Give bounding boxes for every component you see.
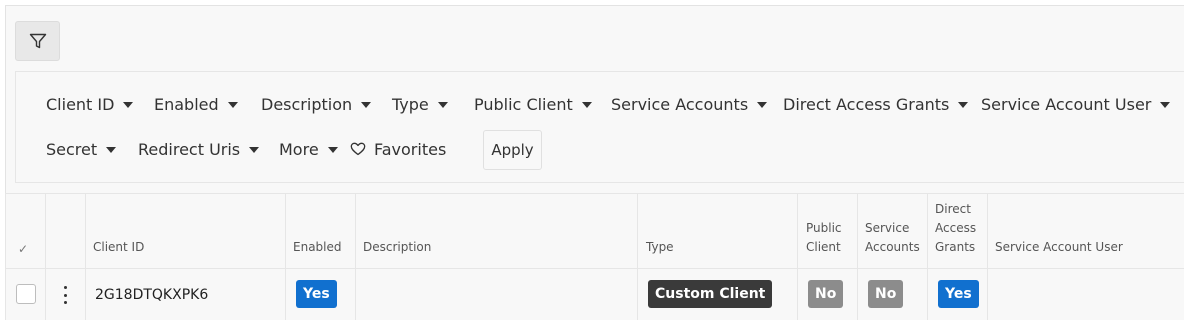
caret-down-icon (227, 101, 238, 108)
filter-label: Service Accounts (611, 94, 749, 114)
apply-button[interactable]: Apply (483, 130, 542, 170)
filter-label: Client ID (46, 94, 115, 114)
header-type[interactable]: Type (646, 238, 674, 257)
caret-down-icon (437, 101, 448, 108)
header-description[interactable]: Description (363, 238, 431, 257)
header-line: Service (865, 221, 910, 235)
cell-client-id: 2G18DTQKXPK6 (95, 287, 209, 303)
filter-more-dropdown[interactable]: More (279, 138, 338, 160)
filter-secret-dropdown[interactable]: Secret (46, 138, 117, 160)
filter-label: More (279, 139, 319, 159)
filter-label: Public Client (474, 94, 573, 114)
service-accounts-no-badge: No (868, 280, 904, 308)
header-line: Public (806, 221, 842, 235)
filter-label: Service Account User (981, 94, 1152, 114)
caret-down-icon (1160, 101, 1171, 108)
heart-outline-icon (350, 142, 366, 156)
favorites-label: Favorites (374, 139, 447, 159)
header-line: Direct (935, 202, 971, 216)
filter-service-account-user-dropdown[interactable]: Service Account User (981, 93, 1171, 115)
caret-down-icon (106, 146, 117, 153)
header-line: Access (935, 221, 977, 235)
header-enabled[interactable]: Enabled (293, 238, 342, 257)
description-column (356, 194, 638, 320)
caret-down-icon (123, 101, 134, 108)
filter-service-accounts-dropdown[interactable]: Service Accounts (611, 93, 768, 115)
favorites-toggle[interactable]: Favorites (350, 138, 446, 160)
header-line: Grants (935, 240, 976, 254)
header-public-client[interactable]: Public Client (806, 219, 842, 257)
filter-type-dropdown[interactable]: Type (392, 93, 448, 115)
filter-redirect-uris-dropdown[interactable]: Redirect Uris (138, 138, 260, 160)
enabled-yes-badge: Yes (296, 280, 337, 308)
header-service-account-user[interactable]: Service Account User (995, 238, 1123, 257)
filter-label: Description (261, 94, 353, 114)
select-all-icon[interactable]: ✓ (18, 242, 28, 256)
header-service-accounts[interactable]: Service Accounts (865, 219, 920, 257)
caret-down-icon (361, 101, 372, 108)
filter-direct-access-grants-dropdown[interactable]: Direct Access Grants (783, 93, 969, 115)
caret-down-icon (757, 101, 768, 108)
header-line: Accounts (865, 240, 920, 254)
filter-description-dropdown[interactable]: Description (261, 93, 372, 115)
header-line: Client (806, 240, 841, 254)
filter-label: Redirect Uris (138, 139, 241, 159)
caret-down-icon (327, 146, 338, 153)
kebab-icon[interactable] (59, 286, 71, 304)
row-checkbox[interactable] (16, 284, 36, 304)
filter-toggle-button[interactable] (15, 21, 60, 61)
filter-public-client-dropdown[interactable]: Public Client (474, 93, 592, 115)
filter-enabled-dropdown[interactable]: Enabled (154, 93, 238, 115)
filter-bar (15, 71, 1184, 183)
direct-access-grants-yes-badge: Yes (938, 280, 979, 308)
filter-label: Direct Access Grants (783, 94, 950, 114)
type-badge: Custom Client (648, 280, 773, 308)
header-client-id[interactable]: Client ID (93, 238, 144, 257)
header-direct-access-grants[interactable]: Direct Access Grants (935, 200, 976, 257)
clients-table: ✓ Client ID Enabled Description Type Pub… (5, 193, 1184, 320)
public-client-no-badge: No (808, 280, 844, 308)
caret-down-icon (249, 146, 260, 153)
header-divider (6, 268, 1184, 269)
filter-label: Type (392, 94, 429, 114)
caret-down-icon (958, 101, 969, 108)
filter-client-id-dropdown[interactable]: Client ID (46, 93, 134, 115)
filter-label: Enabled (154, 94, 219, 114)
funnel-icon (29, 33, 46, 49)
filter-label: Secret (46, 139, 98, 159)
caret-down-icon (581, 101, 592, 108)
